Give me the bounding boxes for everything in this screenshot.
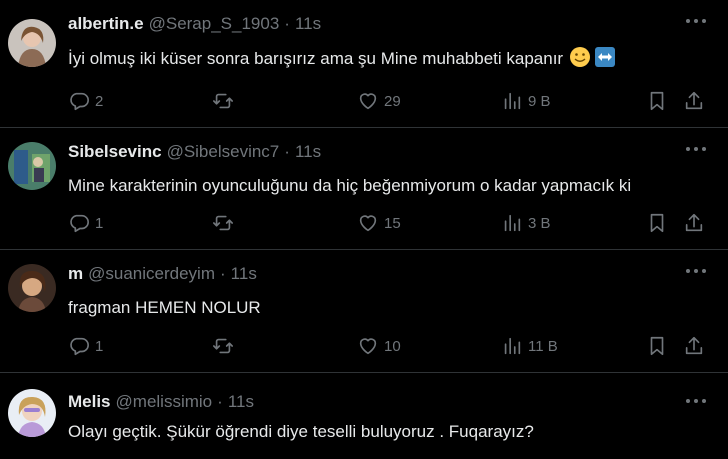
- more-icon[interactable]: [686, 264, 706, 278]
- tweet-header: m @suanicerdeyim · 11s: [68, 263, 257, 285]
- retweet-icon: [213, 93, 233, 109]
- reply-count: 1: [95, 337, 104, 355]
- timestamp[interactable]: 11s: [231, 264, 257, 284]
- bookmark-button[interactable]: [646, 89, 668, 113]
- like-button[interactable]: 29: [357, 89, 401, 113]
- tweet-header: Sibelsevinc @Sibelsevinc7 · 11s: [68, 141, 321, 163]
- tweet-text-content: İyi olmuş iki küser sonra barışırız ama …: [68, 49, 564, 68]
- share-button[interactable]: [683, 334, 705, 358]
- like-count: 10: [384, 337, 401, 355]
- retweet-icon: [213, 215, 233, 231]
- like-icon: [359, 338, 377, 355]
- avatar[interactable]: [8, 389, 56, 437]
- display-name[interactable]: Melis: [68, 392, 111, 412]
- timestamp[interactable]: 11s: [295, 142, 321, 162]
- tweet[interactable]: m @suanicerdeyim · 11s fragman HEMEN NOL…: [0, 250, 728, 373]
- display-name[interactable]: albertin.e: [68, 14, 144, 34]
- views-button[interactable]: 9 B: [501, 89, 551, 113]
- views-button[interactable]: 3 B: [501, 211, 551, 235]
- bookmark-button[interactable]: [646, 334, 668, 358]
- reply-button[interactable]: 1: [68, 211, 103, 235]
- like-count: 15: [384, 214, 401, 232]
- bookmark-button[interactable]: [646, 211, 668, 235]
- retweet-button[interactable]: [212, 211, 239, 235]
- separator-dot: ·: [284, 14, 290, 33]
- more-icon[interactable]: [686, 14, 706, 28]
- reply-count: 2: [95, 92, 104, 110]
- reply-icon: [70, 337, 89, 356]
- reply-button[interactable]: 1: [68, 334, 103, 358]
- timestamp[interactable]: 11s: [295, 14, 321, 34]
- view-count: 11 B: [528, 337, 558, 355]
- timestamp[interactable]: 11s: [228, 392, 254, 412]
- bookmark-icon: [650, 213, 664, 233]
- separator-dot: ·: [217, 392, 223, 411]
- retweet-button[interactable]: [212, 334, 239, 358]
- share-button[interactable]: [683, 89, 705, 113]
- tweet-text: Mine karakterinin oyunculuğunu da hiç be…: [68, 176, 632, 195]
- bookmark-icon: [650, 91, 664, 111]
- tweet[interactable]: Melis @melissimio · 11s Olayı geçtik. Şü…: [0, 373, 728, 459]
- reply-count: 1: [95, 214, 104, 232]
- reply-icon: [70, 92, 89, 111]
- avatar[interactable]: [8, 264, 56, 312]
- avatar[interactable]: [8, 142, 56, 190]
- tweet-actions: 1 10 11 B: [68, 334, 708, 358]
- display-name[interactable]: m: [68, 264, 83, 284]
- like-button[interactable]: 15: [357, 211, 401, 235]
- views-icon: [504, 214, 521, 232]
- share-icon: [685, 336, 703, 355]
- tweet-header: albertin.e @Serap_S_1903 · 11s: [68, 13, 321, 35]
- tweet[interactable]: albertin.e @Serap_S_1903 · 11s İyi olmuş…: [0, 0, 728, 128]
- more-icon[interactable]: [686, 142, 706, 156]
- bookmark-icon: [650, 336, 664, 356]
- tweet-text: Olayı geçtik. Şükür öğrendi diye teselli…: [68, 422, 534, 441]
- tweet-text: fragman HEMEN NOLUR: [68, 298, 261, 317]
- view-count: 3 B: [528, 214, 551, 232]
- like-count: 29: [384, 92, 401, 110]
- retweet-button[interactable]: [212, 89, 239, 113]
- separator-dot: ·: [284, 142, 290, 161]
- display-name[interactable]: Sibelsevinc: [68, 142, 162, 162]
- views-icon: [504, 92, 521, 110]
- tweet-actions: 1 15 3 B: [68, 211, 708, 235]
- tweet-header: Melis @melissimio · 11s: [68, 391, 254, 413]
- like-icon: [359, 93, 377, 110]
- user-handle[interactable]: @suanicerdeyim: [88, 264, 215, 284]
- reply-icon: [70, 214, 89, 233]
- more-icon[interactable]: [686, 394, 706, 408]
- share-icon: [685, 213, 703, 232]
- view-count: 9 B: [528, 92, 551, 110]
- user-handle[interactable]: @melissimio: [116, 392, 213, 412]
- user-handle[interactable]: @Serap_S_1903: [149, 14, 280, 34]
- slightly-smiling-face-emoji: [569, 46, 591, 75]
- retweet-icon: [213, 338, 233, 354]
- reply-button[interactable]: 2: [68, 89, 103, 113]
- tweet[interactable]: Sibelsevinc @Sibelsevinc7 · 11s Mine kar…: [0, 128, 728, 250]
- avatar[interactable]: [8, 19, 56, 67]
- share-button[interactable]: [683, 211, 705, 235]
- share-icon: [685, 91, 703, 110]
- views-button[interactable]: 11 B: [501, 334, 558, 358]
- user-handle[interactable]: @Sibelsevinc7: [167, 142, 280, 162]
- like-button[interactable]: 10: [357, 334, 401, 358]
- left-right-arrow-emoji: [594, 46, 616, 75]
- tweet-actions: 2 29 9 B: [68, 89, 708, 113]
- tweet-text: İyi olmuş iki küser sonra barışırız ama …: [68, 46, 616, 75]
- separator-dot: ·: [220, 264, 226, 283]
- views-icon: [504, 337, 521, 355]
- like-icon: [359, 215, 377, 232]
